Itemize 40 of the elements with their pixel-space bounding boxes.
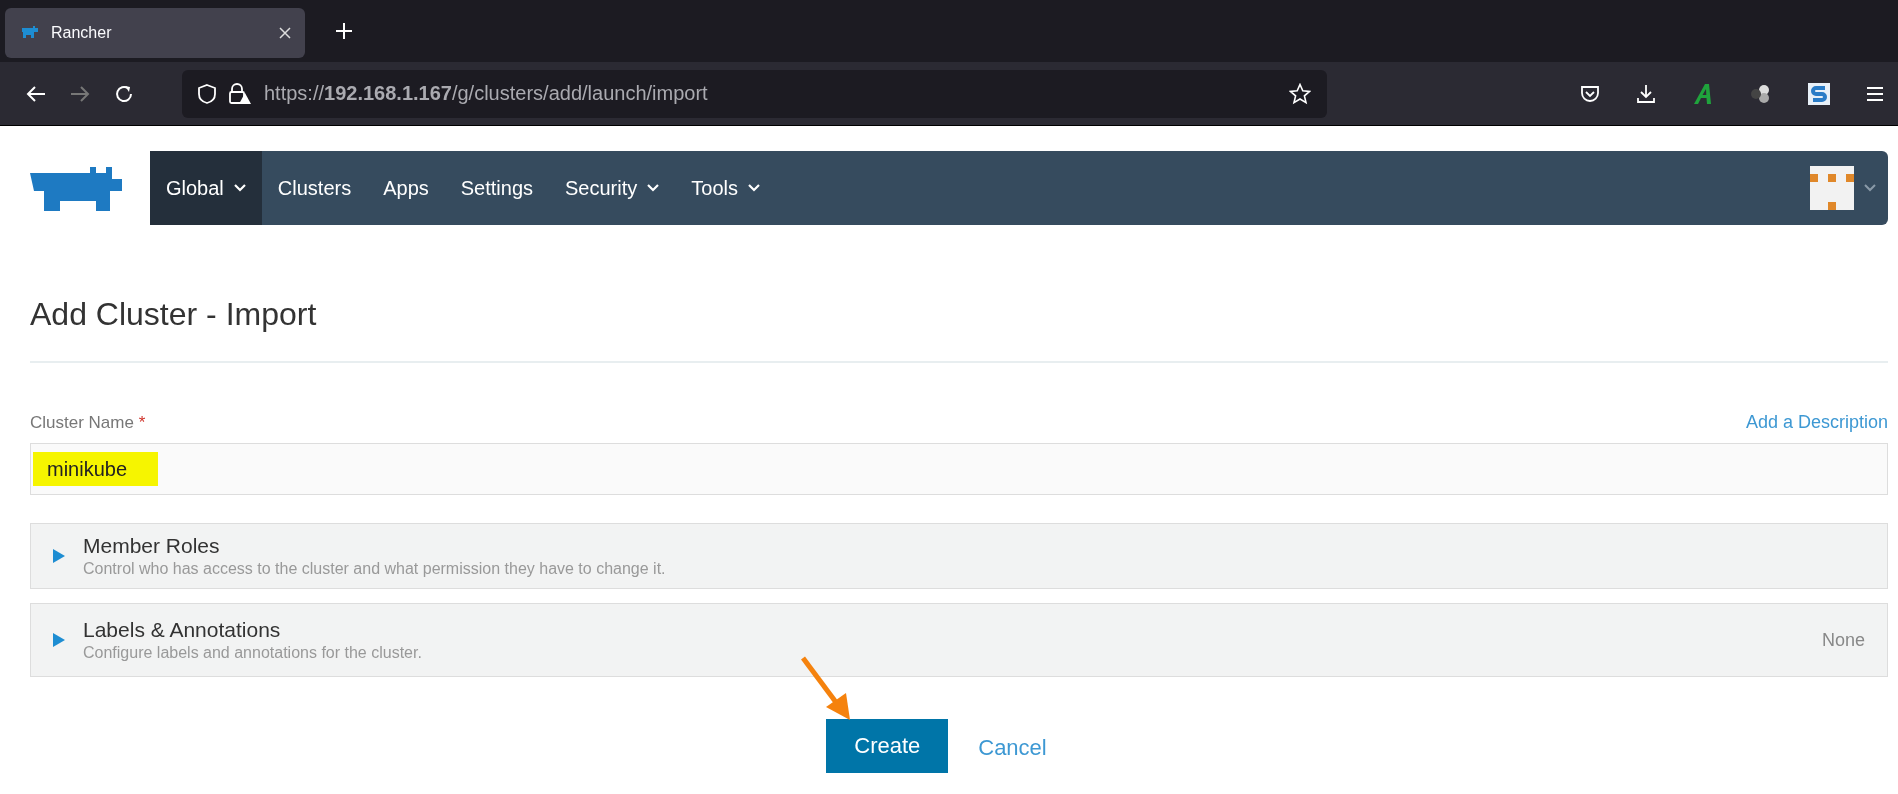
reload-icon[interactable] (114, 83, 134, 104)
new-tab-icon[interactable] (335, 22, 353, 40)
panel-description: Configure labels and annotations for the cluster. (83, 644, 423, 662)
panel-status: None (1821, 629, 1865, 651)
panel-title: Member Roles (83, 534, 221, 558)
accordion-panel[interactable]: Labels & Annotations Configure labels and annotations for the cluster. None (30, 603, 1888, 677)
nav-item[interactable]: Global (150, 151, 262, 225)
field-label: Cluster Name * (30, 413, 146, 433)
menu-icon[interactable] (1866, 85, 1884, 102)
nav-item[interactable]: Tools (675, 151, 776, 225)
address-bar[interactable]: https://192.168.1.167/g/clusters/add/launch/import (182, 69, 1327, 118)
spheres-extension-icon[interactable] (1750, 82, 1772, 105)
create-button[interactable]: Create (826, 719, 949, 773)
nav-item[interactable]: Settings (444, 151, 550, 225)
star-icon[interactable] (1289, 82, 1311, 105)
shield-icon (198, 83, 216, 104)
chevron-down-icon (233, 184, 246, 192)
pointer-arrow (800, 655, 853, 721)
panel-title: Labels & Annotations (83, 618, 282, 642)
rancher-favicon-icon (21, 25, 39, 41)
page-title: Add Cluster - Import (30, 250, 1888, 363)
nav-item[interactable]: Security (549, 151, 676, 225)
url-text: https://192.168.1.167/g/clusters/add/launch/import (264, 82, 709, 105)
letter-s-extension-icon[interactable] (1808, 82, 1830, 105)
letter-a-extension-icon[interactable] (1692, 82, 1714, 105)
accordion-panel[interactable]: Member Roles Control who has access to the cluster and what permission they have to change it. (30, 523, 1888, 589)
forward-arrow-icon[interactable] (70, 84, 90, 103)
nav-item[interactable]: Apps (367, 151, 445, 225)
download-icon[interactable] (1636, 83, 1656, 104)
browser-tab[interactable]: Rancher (5, 8, 305, 58)
panel-description: Control who has access to the cluster and what permission they have to change it. (83, 560, 667, 578)
chevron-down-icon[interactable] (1864, 184, 1876, 192)
pocket-icon[interactable] (1580, 84, 1600, 103)
chevron-down-icon (748, 184, 760, 192)
lock-warning-icon (228, 82, 252, 105)
chevron-down-icon (647, 184, 660, 192)
cluster-name-field[interactable]: minikube (30, 443, 1888, 495)
nav-item[interactable]: Clusters (261, 151, 368, 225)
back-arrow-icon[interactable] (26, 84, 46, 103)
close-icon[interactable] (279, 27, 291, 39)
